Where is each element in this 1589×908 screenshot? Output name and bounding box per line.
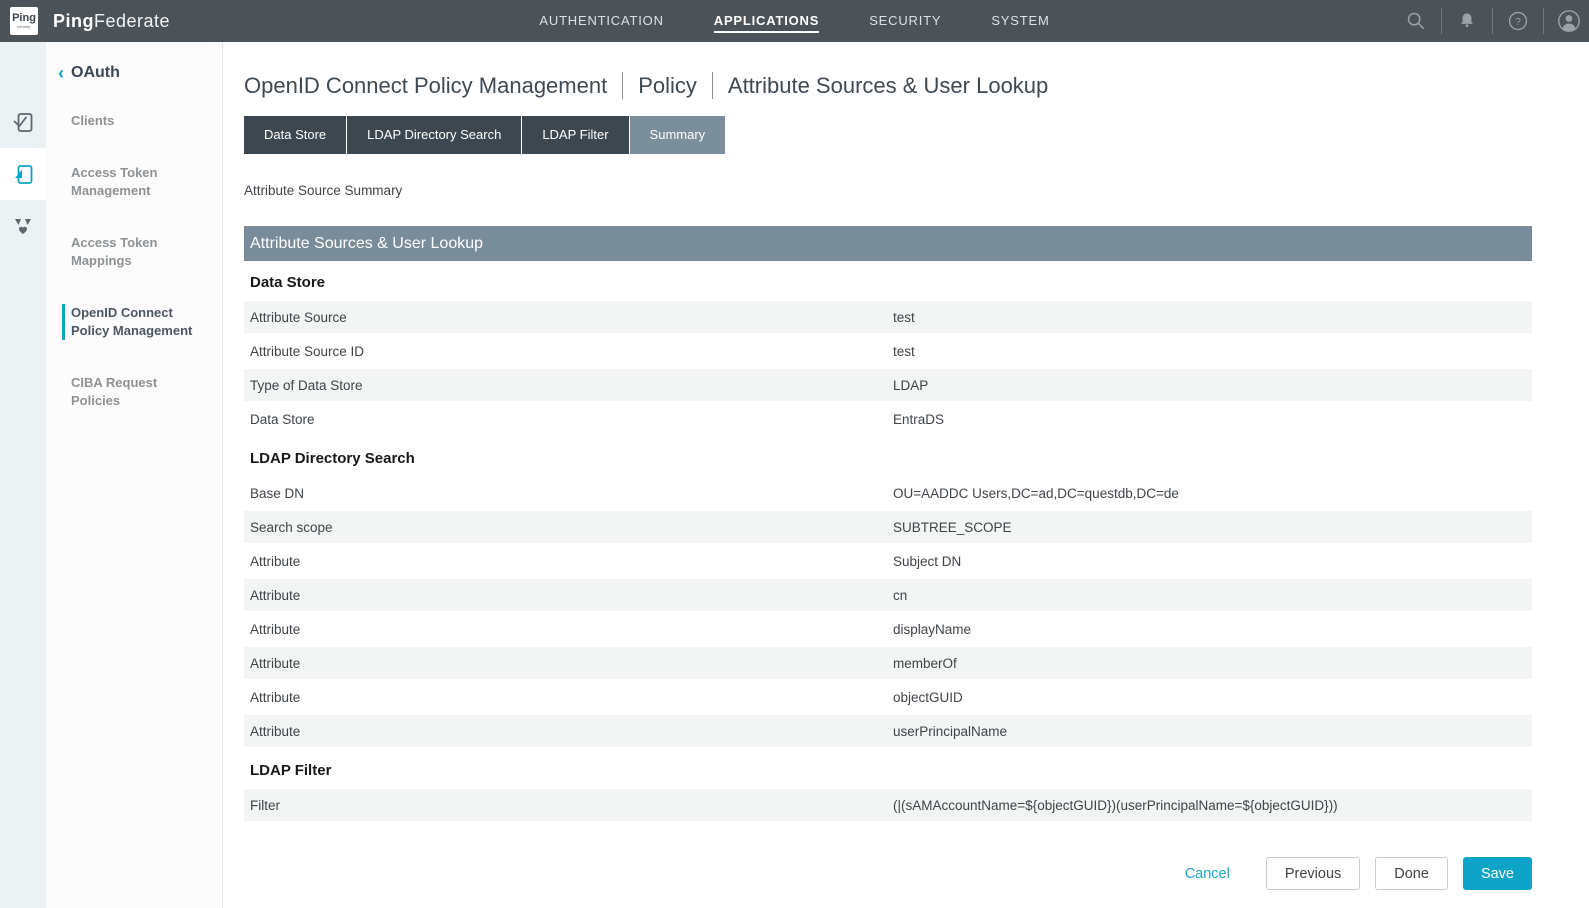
footer-actions: Cancel Previous Done Save [244,857,1532,890]
table-row: Search scopeSUBTREE_SCOPE [244,511,1532,543]
row-value: (|(sAMAccountName=${objectGUID})(userPri… [893,798,1532,813]
row-label: Attribute [250,690,893,705]
breadcrumb-policy: Policy [638,73,697,99]
tab-ldap-directory-search[interactable]: LDAP Directory Search [347,116,521,154]
table-row: AttributememberOf [244,647,1532,679]
row-value: SUBTREE_SCOPE [893,520,1532,535]
ping-logo: Ping Identity. [10,7,38,35]
rail-clients-icon[interactable] [0,96,46,148]
cancel-button[interactable]: Cancel [1185,866,1230,882]
ping-logo-subtext: Identity. [17,25,31,29]
app-title: PingFederate [53,11,170,32]
row-value: objectGUID [893,690,1532,705]
tab-summary[interactable]: Summary [630,116,726,154]
nav-authentication[interactable]: AUTHENTICATION [539,9,663,33]
help-icon[interactable]: ? [1505,8,1531,34]
row-label: Search scope [250,520,893,535]
previous-button[interactable]: Previous [1266,857,1360,890]
icon-divider [1441,8,1442,34]
nav-applications[interactable]: APPLICATIONS [714,9,819,33]
summary-table-header: Attribute Sources & User Lookup [244,226,1532,261]
save-button[interactable]: Save [1463,857,1532,890]
row-value: memberOf [893,656,1532,671]
row-label: Attribute [250,554,893,569]
summary-label: Attribute Source Summary [244,183,1532,198]
sidebar-item-ciba-request-policies[interactable]: CIBA Request Policies [62,374,194,410]
table-row: AttributedisplayName [244,613,1532,645]
row-label: Attribute Source [250,310,893,325]
chevron-left-icon: ‹ [58,64,64,82]
table-row: AttributeSubject DN [244,545,1532,577]
breadcrumb-policy-management: OpenID Connect Policy Management [244,73,607,99]
table-row: Attributecn [244,579,1532,611]
topbar-nav: AUTHENTICATION APPLICATIONS SECURITY SYSTEM [514,0,1074,42]
nav-system[interactable]: SYSTEM [991,9,1049,33]
row-label: Filter [250,798,893,813]
row-label: Data Store [250,412,893,427]
user-account-icon[interactable] [1556,8,1582,34]
table-row: Attribute Sourcetest [244,301,1532,333]
page-title: OpenID Connect Policy Management Policy … [244,72,1532,99]
topbar: Ping Identity. PingFederate AUTHENTICATI… [0,0,1589,42]
sidebar-section-title: OAuth [71,64,120,82]
breadcrumb-separator [622,72,623,99]
table-row: AttributeuserPrincipalName [244,715,1532,747]
sidebar-item-access-token-mappings[interactable]: Access Token Mappings [62,234,194,270]
row-label: Attribute [250,622,893,637]
row-value: OU=AADDC Users,DC=ad,DC=questdb,DC=de [893,486,1532,501]
sidebar-item-clients[interactable]: Clients [62,112,194,130]
table-row: Type of Data StoreLDAP [244,369,1532,401]
table-row: Base DNOU=AADDC Users,DC=ad,DC=questdb,D… [244,477,1532,509]
sidebar-item-access-token-management[interactable]: Access Token Management [62,164,194,200]
row-label: Attribute [250,724,893,739]
breadcrumb-attribute-sources: Attribute Sources & User Lookup [728,73,1048,99]
row-label: Attribute Source ID [250,344,893,359]
row-value: test [893,344,1532,359]
search-icon[interactable] [1403,8,1429,34]
icon-divider [1543,8,1544,34]
section-heading-ldap-directory-search: LDAP Directory Search [244,437,1532,477]
sidebar-icon-rail [0,42,46,908]
notifications-bell-icon[interactable] [1454,8,1480,34]
row-label: Type of Data Store [250,378,893,393]
section-heading-ldap-filter: LDAP Filter [244,749,1532,789]
row-label: Attribute [250,656,893,671]
summary-table-sections: Data StoreAttribute SourcetestAttribute … [244,261,1532,821]
wizard-tabs: Data StoreLDAP Directory SearchLDAP Filt… [244,116,1532,154]
done-button[interactable]: Done [1375,857,1448,890]
sidebar: ‹ OAuth ClientsAccess Token ManagementAc… [46,42,223,908]
row-value: cn [893,588,1532,603]
table-row: Attribute Source IDtest [244,335,1532,367]
section-heading-data-store: Data Store [244,261,1532,301]
table-row: Filter(|(sAMAccountName=${objectGUID})(u… [244,789,1532,821]
sidebar-back-oauth[interactable]: ‹ OAuth [58,64,222,82]
row-label: Base DN [250,486,893,501]
row-label: Attribute [250,588,893,603]
row-value: Subject DN [893,554,1532,569]
sidebar-item-openid-connect-policy-management[interactable]: OpenID Connect Policy Management [62,304,194,340]
breadcrumb-separator [712,72,713,99]
tab-ldap-filter[interactable]: LDAP Filter [522,116,628,154]
sidebar-items: ClientsAccess Token ManagementAccess Tok… [71,112,222,410]
icon-divider [1492,8,1493,34]
svg-text:?: ? [1515,17,1521,28]
row-value: test [893,310,1532,325]
row-value: userPrincipalName [893,724,1532,739]
nav-security[interactable]: SECURITY [869,9,941,33]
ping-logo-text: Ping [12,13,36,24]
main-content: OpenID Connect Policy Management Policy … [223,42,1589,908]
rail-access-token-icon[interactable] [0,148,46,200]
row-value: EntraDS [893,412,1532,427]
tab-data-store[interactable]: Data Store [244,116,346,154]
topbar-icons: ? [1403,0,1582,42]
row-value: displayName [893,622,1532,637]
table-row: AttributeobjectGUID [244,681,1532,713]
rail-mappings-icon[interactable] [0,200,46,252]
table-row: Data StoreEntraDS [244,403,1532,435]
row-value: LDAP [893,378,1532,393]
